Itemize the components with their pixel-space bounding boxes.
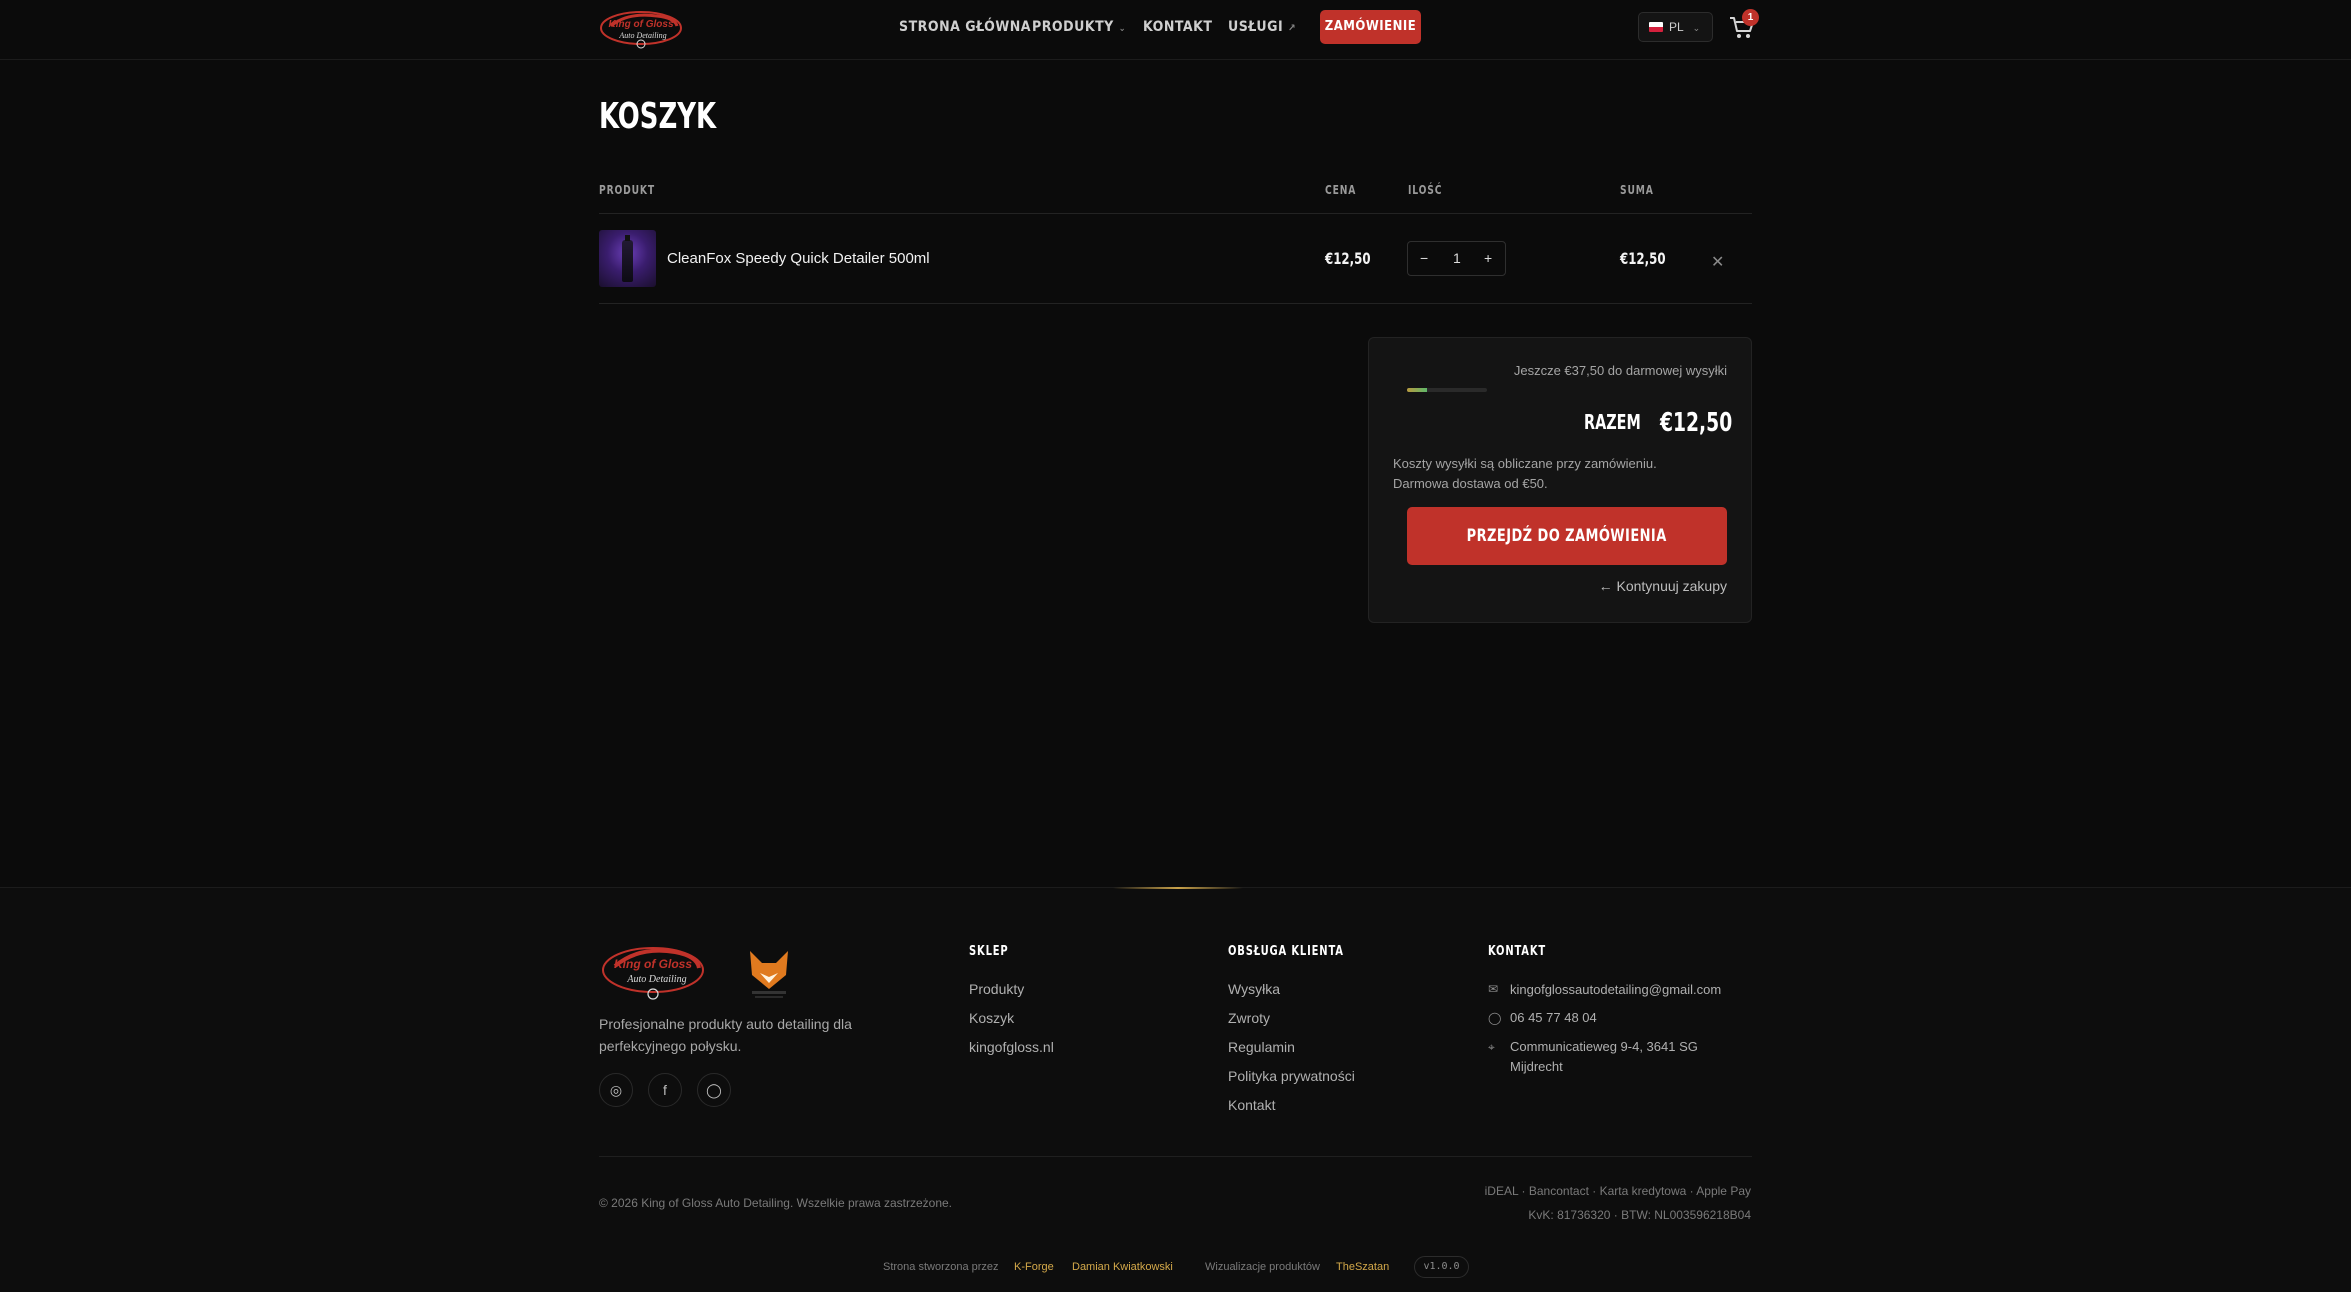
decrease-quantity-button[interactable]: −: [1420, 250, 1428, 266]
chat-icon[interactable]: ◯: [697, 1073, 731, 1107]
product-bottle-image: [622, 235, 633, 282]
footer-address-line1: Communicatieweg 9-4, 3641 SG: [1510, 1039, 1698, 1054]
chevron-down-icon: ⌄: [1118, 24, 1126, 34]
footer-link-contact[interactable]: Kontakt: [1228, 1097, 1275, 1113]
footer-link-products[interactable]: Produkty: [969, 981, 1024, 997]
total-label: RAZEM: [1584, 410, 1641, 434]
footer-link-shipping[interactable]: Wysyłka: [1228, 981, 1280, 997]
credit-visuals-label: Wizualizacje produktów: [1205, 1261, 1320, 1273]
order-button[interactable]: ZAMÓWIENIE: [1320, 10, 1421, 44]
nav-services[interactable]: USŁUGI ↗: [1228, 19, 1296, 35]
cart-count-badge: 1: [1742, 9, 1759, 26]
cleanfox-logo: [750, 951, 788, 998]
nav-products[interactable]: PRODUKTY ⌄: [1032, 19, 1126, 35]
column-header-total: SUMA: [1620, 183, 1654, 197]
footer-bottom-divider: [599, 1156, 1752, 1157]
company-registration: KvK: 81736320 · BTW: NL003596218B04: [1528, 1208, 1751, 1222]
mail-icon: ✉: [1488, 982, 1499, 996]
footer-link-terms[interactable]: Regulamin: [1228, 1039, 1295, 1055]
svg-text:Auto Detailing: Auto Detailing: [626, 974, 686, 985]
shipping-note-line2: Darmowa dostawa od €50.: [1393, 476, 1548, 491]
chat-icon: ◯: [1488, 1011, 1502, 1025]
nav-products-label: PRODUKTY: [1032, 19, 1114, 35]
nav-contact[interactable]: KONTAKT: [1143, 19, 1213, 35]
svg-text:King of Gloss: King of Gloss: [614, 957, 692, 971]
product-name[interactable]: CleanFox Speedy Quick Detailer 500ml: [667, 250, 930, 267]
facebook-icon[interactable]: f: [648, 1073, 682, 1107]
table-divider: [599, 213, 1752, 214]
site-header: King of Gloss Auto Detailing STRONA GŁÓW…: [0, 0, 2351, 60]
product-line-total: €12,50: [1620, 249, 1666, 268]
credit-made-by-label: Strona stworzona przez: [883, 1261, 999, 1273]
copyright: © 2026 King of Gloss Auto Detailing. Wsz…: [599, 1196, 953, 1210]
column-header-product: PRODUKT: [599, 183, 655, 197]
table-divider: [599, 303, 1752, 304]
footer-tagline: Profesjonalne produkty auto detailing dl…: [599, 1016, 852, 1054]
footer-king-of-gloss-logo[interactable]: King of Gloss Auto Detailing: [599, 940, 707, 1002]
credit-author-link[interactable]: Damian Kwiatkowski: [1072, 1261, 1173, 1273]
column-header-quantity: ILOŚĆ: [1408, 183, 1443, 197]
footer-link-returns[interactable]: Zwroty: [1228, 1010, 1270, 1026]
free-shipping-progress-fill: [1407, 388, 1427, 392]
footer-address-line2: Mijdrecht: [1510, 1059, 1563, 1074]
free-shipping-message: Jeszcze €37,50 do darmowej wysyłki: [1513, 363, 1727, 378]
total-value: €12,50: [1660, 408, 1733, 438]
chevron-down-icon: ⌄: [1692, 23, 1701, 33]
nav-services-label: USŁUGI: [1228, 19, 1284, 35]
payment-methods: iDEAL · Bancontact · Karta kredytowa · A…: [1484, 1184, 1751, 1198]
shipping-note: Koszty wysyłki są obliczane przy zamówie…: [1393, 454, 1657, 494]
external-link-icon: ↗: [1288, 23, 1297, 34]
product-thumbnail[interactable]: [599, 230, 656, 287]
increase-quantity-button[interactable]: +: [1484, 250, 1492, 266]
remove-item-close-icon[interactable]: ✕: [1711, 252, 1724, 272]
language-selector[interactable]: PL ⌄: [1638, 12, 1713, 42]
free-shipping-progress: [1407, 388, 1487, 392]
footer-heading-contact: KONTAKT: [1488, 944, 1547, 959]
footer-email[interactable]: kingofglossautodetailing@gmail.com: [1510, 980, 1721, 1000]
page-title: KOSZYK: [599, 96, 717, 137]
instagram-icon[interactable]: ◎: [599, 1073, 633, 1107]
footer-link-privacy[interactable]: Polityka prywatności: [1228, 1068, 1355, 1084]
language-code: PL: [1669, 20, 1684, 34]
checkout-button[interactable]: PRZEJDŹ DO ZAMÓWIENIA: [1407, 507, 1727, 565]
nav-home[interactable]: STRONA GŁÓWNA: [899, 19, 1031, 35]
footer-link-cart[interactable]: Koszyk: [969, 1010, 1014, 1026]
checkout-button-label: PRZEJDŹ DO ZAMÓWIENIA: [1466, 526, 1668, 546]
product-price: €12,50: [1325, 249, 1371, 268]
version-badge: v1.0.0: [1414, 1256, 1469, 1278]
footer-link-kingofgloss[interactable]: kingofgloss.nl: [969, 1039, 1054, 1055]
continue-shopping-link[interactable]: ← Kontynuuj zakupy: [1599, 578, 1727, 594]
order-summary: Jeszcze €37,50 do darmowej wysyłki RAZEM…: [1368, 337, 1752, 623]
quantity-value[interactable]: 1: [1453, 250, 1461, 266]
shipping-note-line1: Koszty wysyłki są obliczane przy zamówie…: [1393, 456, 1657, 471]
quantity-stepper: − 1 +: [1407, 241, 1506, 276]
credit-kforge-link[interactable]: K-Forge: [1014, 1261, 1054, 1273]
footer-heading-shop: SKLEP: [969, 944, 1009, 959]
footer-address: Communicatieweg 9-4, 3641 SG Mijdrecht: [1510, 1037, 1698, 1077]
footer-phone[interactable]: 06 45 77 48 04: [1510, 1008, 1597, 1028]
column-header-price: CENA: [1325, 183, 1357, 197]
footer: [0, 888, 2351, 1292]
main-nav: STRONA GŁÓWNA PRODUKTY ⌄ KONTAKT USŁUGI …: [0, 0, 2351, 54]
footer-heading-service: OBSŁUGA KLIENTA: [1228, 944, 1344, 959]
footer-gold-accent: [1113, 887, 1243, 889]
credit-theszatan-link[interactable]: TheSzatan: [1336, 1261, 1389, 1273]
location-pin-icon: ⌖: [1488, 1040, 1495, 1054]
poland-flag-icon: [1649, 22, 1663, 32]
